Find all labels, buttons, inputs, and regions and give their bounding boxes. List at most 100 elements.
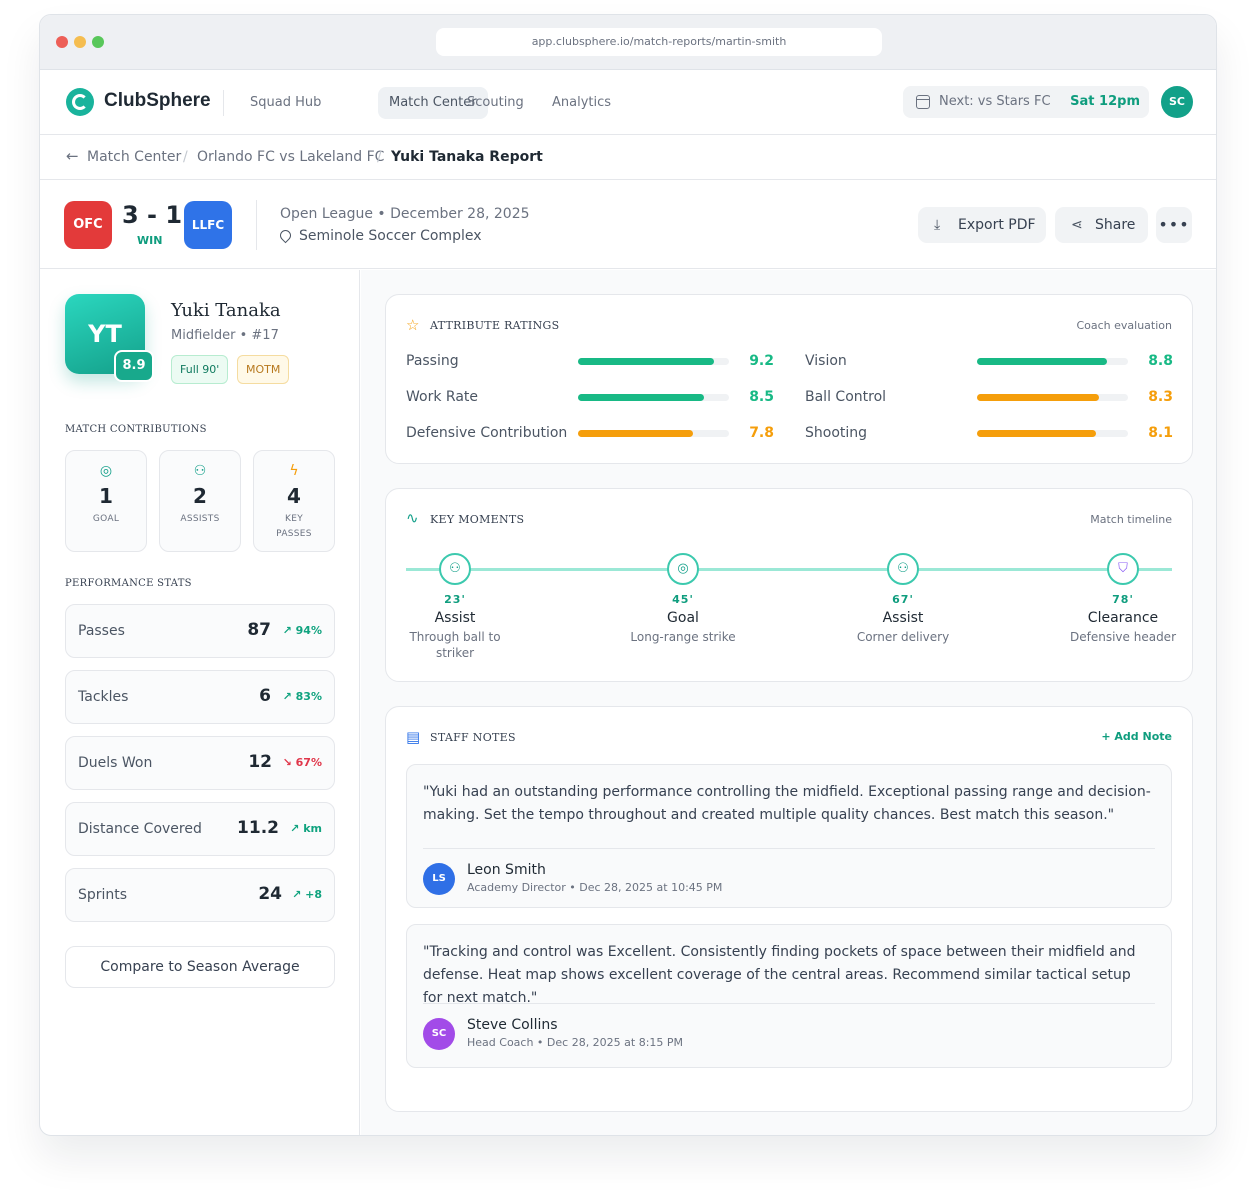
note-text: "Tracking and control was Excellent. Con… [423,944,1136,1006]
contribution-assists: ⚇ 2 ASSISTS [159,450,241,552]
minimize-window-button[interactable] [74,36,86,48]
share-button[interactable]: ⋖ Share [1055,207,1148,243]
stat-label: Sprints [78,887,128,903]
attr-bar [977,394,1128,401]
moment-time: 45' [672,593,694,606]
browser-chrome: app.clubsphere.io/match-reports/martin-s… [40,15,1216,70]
attr-bar-fill [578,430,693,437]
attr-value: 8.8 [1148,353,1173,369]
share-icon: ⋖ [1071,217,1083,233]
close-window-button[interactable] [56,36,68,48]
stat-value: 11.2 [237,818,279,838]
document-icon: ▤ [406,728,421,746]
stat-value: 6 [259,686,271,706]
add-note-button[interactable]: + Add Note [1101,730,1172,743]
next-match-time: Sat 12pm [1070,94,1140,109]
moment-time: 23' [444,593,466,606]
key-moments-card: ∿ KEY MOMENTS Match timeline ⚇ 23' Assis… [385,488,1193,682]
stat-row: Distance Covered 11.2 ↗ km [65,802,335,856]
share-label: Share [1095,217,1136,233]
player-position: Midfielder • #17 [171,328,279,343]
activity-icon: ∿ [406,509,419,527]
maximize-window-button[interactable] [92,36,104,48]
match-header: OFC 3 - 1 WIN LLFC Open League • Decembe… [40,180,1216,269]
player-rating-badge: 8.9 [114,350,154,382]
full-match-tag: Full 90' [171,355,229,384]
timeline-line [406,568,1172,571]
staff-notes-card: ▤ STAFF NOTES + Add Note "Yuki had an ou… [385,706,1193,1112]
address-bar[interactable]: app.clubsphere.io/match-reports/martin-s… [436,28,882,56]
match-venue-row: Seminole Soccer Complex [277,227,482,244]
moment-type: Goal [667,610,699,626]
stat-trend: 94% [295,624,322,637]
attr-bar [977,358,1128,365]
match-venue: Seminole Soccer Complex [299,228,482,244]
user-avatar[interactable]: SC [1161,86,1193,118]
users-icon[interactable]: ⚇ [439,553,471,585]
player-name: Yuki Tanaka [171,300,281,321]
key-moments-title: KEY MOMENTS [430,513,525,526]
attr-label: Shooting [805,425,868,441]
match-divider [256,200,257,250]
brand-name[interactable]: ClubSphere [104,90,211,112]
contribution-label: GOAL [92,514,120,524]
stat-trend: 67% [295,756,322,769]
contribution-value: 4 [287,484,301,508]
nav-link-squad-hub[interactable]: Squad Hub [239,87,332,119]
stat-label: Tackles [78,689,129,705]
breadcrumb-match[interactable]: Orlando FC vs Lakeland FC [197,149,384,165]
back-arrow-icon[interactable]: ← [66,147,79,165]
trend-up-icon: ↗ 94% [282,624,322,637]
shield-icon[interactable]: ⛉ [1107,553,1139,585]
player-panel: YT 8.9 Yuki Tanaka Midfielder • #17 Full… [40,270,360,1135]
stat-row: Duels Won 12 ↘ 67% [65,736,335,790]
trend-up-icon: ↗ +8 [292,888,322,901]
attr-label: Passing [406,353,459,369]
nav-link-scouting[interactable]: Scouting [456,87,535,119]
match-score: 3 - 1 [122,201,183,229]
nav-link-analytics[interactable]: Analytics [541,87,622,119]
note-text: "Yuki had an outstanding performance con… [423,784,1151,823]
attribute-ratings-title: ATTRIBUTE RATINGS [430,319,560,332]
target-icon[interactable]: ◎ [667,553,699,585]
moment-time: 78' [1112,593,1134,606]
contribution-key-passes: ϟ 4 KEY PASSES [253,450,335,552]
moment-type: Clearance [1087,610,1159,626]
attr-label: Vision [805,353,847,369]
calendar-icon [916,95,930,109]
note-meta: Head Coach • Dec 28, 2025 at 8:15 PM [467,1036,684,1049]
stat-row: Passes 87 ↗ 94% [65,604,335,658]
performance-title: PERFORMANCE STATS [65,578,192,589]
attr-value: 8.3 [1148,389,1173,405]
attr-bar-fill [977,358,1108,365]
users-icon[interactable]: ⚇ [887,553,919,585]
moment-desc: Long-range strike [630,630,736,644]
attr-bar-fill [578,394,704,401]
attr-value: 7.8 [749,425,774,441]
note-divider [423,848,1155,849]
stat-label: Distance Covered [78,821,202,837]
attr-label: Work Rate [406,389,479,405]
note-author-avatar: SC [423,1018,455,1050]
moment-type: Assist [434,610,476,626]
attr-bar-fill [977,394,1100,401]
location-pin-icon [277,227,294,244]
compare-season-button[interactable]: Compare to Season Average [65,946,335,988]
next-match-pill[interactable]: Next: vs Stars FC Sat 12pm [903,86,1149,118]
attr-bar [578,394,729,401]
attr-bar [578,358,729,365]
staff-note: "Yuki had an outstanding performance con… [406,764,1172,908]
breadcrumb-current: Yuki Tanaka Report [391,149,543,165]
target-icon: ◎ [99,463,113,479]
contribution-goals: ◎ 1 GOAL [65,450,147,552]
breadcrumb-match-center[interactable]: Match Center [87,149,181,165]
export-pdf-button[interactable]: ⤓ Export PDF [918,207,1046,243]
staff-notes-title: STAFF NOTES [430,731,516,744]
report-content: ☆ ATTRIBUTE RATINGS Coach evaluation Pas… [361,270,1216,1135]
attribute-ratings-subtitle: Coach evaluation [1076,319,1172,332]
more-options-button[interactable]: ••• [1156,207,1192,243]
attr-label: Ball Control [805,389,887,405]
stat-row: Tackles 6 ↗ 83% [65,670,335,724]
stat-row: Sprints 24 ↗ +8 [65,868,335,922]
next-match-label: Next: vs Stars FC [939,94,1051,109]
